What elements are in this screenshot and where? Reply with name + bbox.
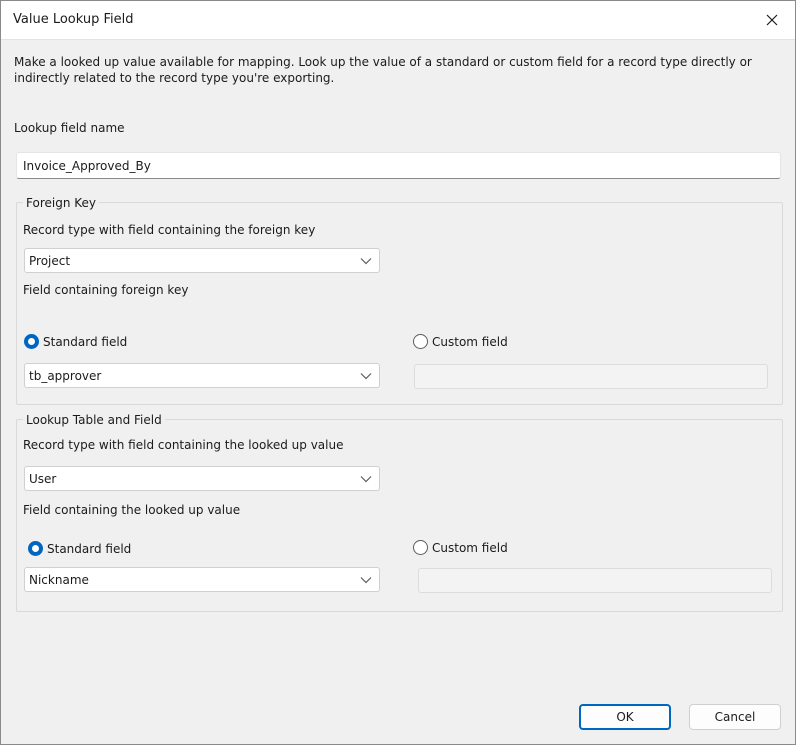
fk-custom-field-label: Custom field (432, 334, 508, 349)
lt-record-type-value: User (29, 472, 57, 486)
chevron-down-icon (360, 373, 372, 380)
dialog-title: Value Lookup Field (13, 12, 134, 27)
fk-standard-field-dropdown[interactable]: tb_approver (24, 363, 380, 388)
value-lookup-dialog: Value Lookup Field Make a looked up valu… (0, 0, 796, 745)
lookup-field-name-label: Lookup field name (14, 121, 125, 135)
lt-standard-field-value: Nickname (29, 573, 89, 587)
chevron-down-icon (360, 258, 372, 265)
radio-unchecked-icon (413, 540, 428, 555)
lt-custom-field-input[interactable] (418, 568, 772, 593)
fk-custom-field-input[interactable] (414, 364, 768, 389)
foreign-key-legend: Foreign Key (23, 196, 99, 210)
lt-standard-field-dropdown[interactable]: Nickname (24, 567, 380, 592)
chevron-down-icon (360, 577, 372, 584)
lt-standard-field-label: Standard field (47, 541, 132, 556)
radio-unchecked-icon (413, 334, 428, 349)
fk-custom-field-radio[interactable]: Custom field (413, 334, 508, 349)
lt-custom-field-radio[interactable]: Custom field (413, 540, 508, 555)
cancel-button[interactable]: Cancel (689, 704, 781, 730)
radio-checked-icon (28, 541, 43, 556)
close-button[interactable] (749, 1, 795, 39)
lookup-field-name-input[interactable] (16, 152, 781, 179)
chevron-down-icon (360, 476, 372, 483)
ok-button[interactable]: OK (579, 704, 671, 730)
lt-record-type-dropdown[interactable]: User (24, 466, 380, 491)
lt-field-label: Field containing the looked up value (23, 503, 241, 517)
fk-record-type-value: Project (29, 254, 71, 268)
fk-record-type-label: Record type with field containing the fo… (23, 223, 316, 237)
dialog-description: Make a looked up value available for map… (14, 55, 752, 85)
title-bar: Value Lookup Field (1, 1, 795, 40)
fk-standard-field-radio[interactable]: Standard field (24, 334, 127, 349)
lookup-table-legend: Lookup Table and Field (23, 413, 165, 427)
radio-checked-icon (24, 334, 39, 349)
lt-record-type-label: Record type with field containing the lo… (23, 438, 344, 452)
fk-standard-field-label: Standard field (43, 334, 128, 349)
lt-custom-field-label: Custom field (432, 540, 508, 555)
close-icon (766, 14, 778, 26)
lt-standard-field-radio[interactable]: Standard field (28, 541, 131, 556)
fk-record-type-dropdown[interactable]: Project (24, 248, 380, 273)
fk-standard-field-value: tb_approver (29, 369, 102, 383)
fk-field-label: Field containing foreign key (23, 283, 189, 297)
